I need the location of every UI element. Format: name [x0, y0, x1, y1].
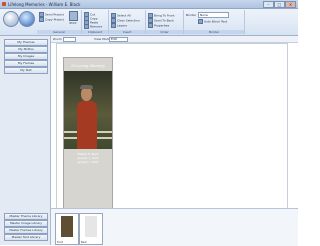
ribbon-group-label: Border	[184, 30, 244, 34]
view-toolbar: Zoom View Mode Edit	[51, 36, 298, 43]
thumb-front[interactable]: Front	[55, 213, 79, 245]
properties-icon	[148, 23, 153, 28]
maximize-button[interactable]: □	[274, 1, 285, 8]
window-title: Lifelong Memories - William E. Black	[8, 1, 81, 7]
sidebar-item-master-frames-library[interactable]: Master Frames Library	[4, 227, 48, 234]
sidebar-item-master-theme-library[interactable]: Master Theme Library	[4, 213, 48, 220]
copy-project-icon	[39, 17, 44, 22]
close-button[interactable]: ✕	[285, 1, 296, 8]
memorial-photo[interactable]	[64, 71, 112, 149]
thumb-label: Back	[81, 241, 87, 244]
ribbon-group-label: General	[37, 30, 81, 34]
document-date-1[interactable]: January 1, 1920	[64, 157, 112, 160]
minimize-button[interactable]: –	[263, 1, 274, 8]
auto-block-text-button[interactable]: Auto Block Text	[198, 19, 227, 24]
ribbon-group-general: Send Project Copy Project Print General	[37, 10, 82, 34]
border-label: Border	[186, 13, 197, 17]
layers-button[interactable]: Layers	[111, 23, 127, 28]
thumb-front-image	[61, 216, 73, 237]
document-name[interactable]: William E. Black	[64, 153, 112, 156]
document-date-2[interactable]: January 1, 2006	[64, 161, 112, 164]
sidebar-item-my-mottos[interactable]: My Mottos	[4, 46, 48, 53]
sidebar-item-my-frames[interactable]: My Frames	[4, 60, 48, 67]
person-figure	[77, 101, 97, 149]
thumb-label: Front	[57, 241, 64, 244]
app-menu-orb[interactable]	[3, 11, 19, 27]
ribbon-group-order: Bring To Front Send To Back Properties O…	[146, 10, 184, 34]
layers-icon	[111, 23, 116, 28]
remove-button[interactable]: Remove	[84, 24, 102, 29]
sidebar-item-my-images[interactable]: My Images	[4, 53, 48, 60]
ribbon-group-clipboard: Cut Copy Paste Remove Clipboard	[82, 10, 109, 34]
ribbon-group-border: Border None Auto Block Text Border	[184, 10, 245, 34]
text-icon	[198, 19, 203, 24]
title-bar: Lifelong Memories - William E. Black – □…	[0, 0, 298, 9]
person-head	[81, 87, 92, 101]
view-mode-select[interactable]: Edit	[109, 37, 128, 42]
copy-project-button[interactable]: Copy Project	[39, 17, 64, 22]
design-canvas[interactable]: In Loving Memory William E. Black Januar…	[56, 43, 288, 209]
remove-icon	[84, 24, 89, 29]
zoom-label: Zoom	[53, 37, 62, 41]
thumb-back[interactable]: Back	[79, 213, 103, 245]
bookmark-document[interactable]: In Loving Memory William E. Black Januar…	[63, 57, 113, 209]
ribbon-group-label: Order	[146, 30, 183, 34]
ribbon: Send Project Copy Project Print General …	[0, 9, 298, 36]
properties-button[interactable]: Properties	[148, 23, 169, 28]
sidebar-item-master-text-library[interactable]: Master Text Library	[4, 234, 48, 241]
person-cap	[80, 85, 93, 89]
sidebar: My Themes My Mottos My Images My Frames …	[0, 36, 51, 245]
sidebar-item-my-themes[interactable]: My Themes	[4, 39, 48, 46]
app-icon	[2, 1, 6, 6]
sidebar-item-master-image-library[interactable]: Master Image Library	[4, 220, 48, 227]
sidebar-item-my-text[interactable]: My Text	[4, 67, 48, 74]
help-orb[interactable]	[19, 11, 35, 27]
document-title[interactable]: In Loving Memory	[64, 64, 112, 68]
ribbon-group-label: Insert	[109, 30, 145, 34]
ribbon-group-label: Clipboard	[82, 30, 108, 34]
print-button[interactable]: Print	[68, 11, 78, 27]
zoom-slider[interactable]	[63, 37, 76, 42]
main-area: Zoom View Mode Edit In Loving Memory Wil…	[51, 36, 298, 209]
print-icon	[68, 11, 78, 21]
thumb-back-image	[85, 216, 97, 237]
page-tray: Front Back	[51, 208, 298, 246]
border-select[interactable]: None	[198, 12, 229, 18]
view-mode-label: View Mode	[94, 37, 111, 41]
ribbon-group-insert: Select All Clear Selection Layers Insert	[109, 10, 146, 34]
